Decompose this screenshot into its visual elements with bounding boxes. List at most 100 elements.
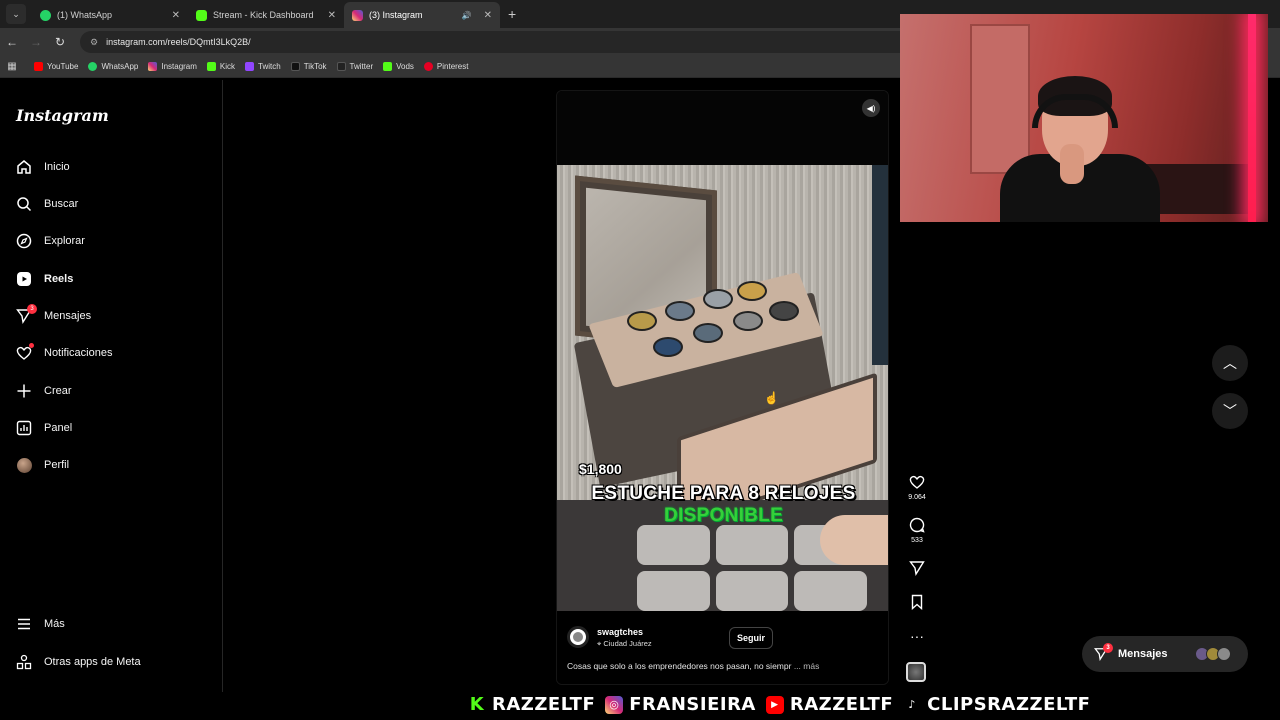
watch-image (627, 311, 657, 331)
sidebar-item-label: Panel (44, 422, 73, 434)
reload-icon[interactable]: ↻ (48, 35, 72, 49)
author-username[interactable]: swagtches (597, 627, 643, 637)
sidebar-item-perfil[interactable]: Perfil (16, 457, 69, 473)
close-icon[interactable]: ✕ (484, 10, 492, 21)
bookmark-label: Twitter (349, 62, 374, 71)
watch-image (737, 281, 767, 301)
sidebar-item-reels[interactable]: Reels (16, 271, 73, 287)
sidebar-item-otras-apps[interactable]: Otras apps de Meta (16, 654, 141, 670)
sidebar-item-crear[interactable]: Crear (16, 383, 72, 399)
instagram-logo[interactable]: Instagram (16, 106, 109, 125)
watch-image (733, 311, 763, 331)
author-location[interactable]: ⌖ Ciudad Juárez (597, 639, 652, 649)
url-text: instagram.com/reels/DQmtI3LkQ2B/ (106, 37, 251, 47)
more-options-button[interactable]: ··· (902, 628, 932, 644)
more-link[interactable]: ... más (794, 661, 820, 671)
heart-icon (16, 343, 34, 361)
sidebar-item-notificaciones[interactable]: Notificaciones (16, 343, 113, 361)
bookmark-label: Vods (396, 62, 414, 71)
chart-icon (16, 420, 32, 436)
hand-cursor-icon: ☝ (764, 391, 779, 405)
sidebar-item-explorar[interactable]: Explorar (16, 233, 85, 249)
webcam-door (970, 24, 1030, 174)
compass-icon (16, 233, 32, 249)
ticker-handle: RAZZELTF (789, 694, 894, 715)
reel-description: Cosas que solo a los emprendedores nos p… (567, 661, 819, 671)
reel-caption-status: DISPONIBLE (663, 505, 784, 526)
audio-playing-icon[interactable]: 🔊 (462, 11, 472, 20)
new-tab-button[interactable]: + (508, 6, 516, 22)
messages-pill[interactable]: 3 Mensajes (1082, 636, 1248, 672)
like-button[interactable]: 9.064 (902, 474, 932, 501)
reel-player[interactable]: ◀) $1,800 ESTUCHE PARA 8 RELOJES DISPONI… (556, 90, 889, 685)
volume-icon[interactable]: ◀) (862, 99, 880, 117)
location-text: Ciudad Juárez (603, 639, 652, 648)
plus-icon (16, 383, 32, 399)
sidebar-item-buscar[interactable]: Buscar (16, 196, 78, 212)
tab-search-button[interactable]: ⌄ (6, 4, 26, 24)
messages-pill-label: Mensajes (1118, 648, 1168, 660)
bookmark-twitter[interactable]: Twitter (336, 62, 374, 71)
next-reel-button[interactable]: ﹀ (1212, 393, 1248, 429)
previous-reel-button[interactable]: ︿ (1212, 345, 1248, 381)
home-icon (16, 159, 32, 175)
bookmark-twitch[interactable]: Twitch (245, 62, 281, 71)
close-icon[interactable]: ✕ (172, 10, 180, 21)
sidebar-item-label: Perfil (44, 459, 70, 471)
bookmark-tiktok[interactable]: TikTok (290, 62, 327, 71)
bookmark-pinterest[interactable]: Pinterest (423, 62, 468, 71)
bookmark-whatsapp[interactable]: WhatsApp (88, 62, 138, 71)
sidebar-item-mensajes[interactable]: 3 Mensajes (16, 304, 92, 324)
ticker-handle: CLIPSRAZZELTF (927, 694, 1091, 715)
site-info-icon[interactable]: ⚙ (90, 37, 98, 48)
bookmark-instagram[interactable]: Instagram (148, 62, 197, 71)
sidebar-item-panel[interactable]: Panel (16, 420, 72, 436)
sidebar-item-label: Mensajes (44, 310, 92, 322)
bookmark-youtube[interactable]: YouTube (34, 62, 78, 71)
back-icon[interactable]: ← (0, 35, 24, 49)
save-button[interactable] (902, 594, 932, 613)
instagram-sidebar: Instagram Inicio Buscar Explorar Reels 3… (0, 80, 223, 692)
notification-badge: 3 (1103, 643, 1113, 653)
comment-count: 533 (911, 537, 923, 544)
watch-image (769, 301, 799, 321)
apps-grid-icon[interactable]: ▦ (0, 61, 24, 72)
forward-icon[interactable]: → (24, 35, 48, 49)
tab-instagram[interactable]: (3) Instagram 🔊 ✕ (344, 2, 500, 28)
ticker-item: ◎ FRANSIEIRA (605, 694, 756, 715)
share-button[interactable] (902, 560, 932, 579)
follow-button[interactable]: Seguir (729, 627, 773, 649)
sidebar-item-mas[interactable]: Más (16, 616, 65, 632)
close-icon[interactable]: ✕ (328, 10, 336, 21)
sidebar-item-label: Notificaciones (44, 347, 113, 359)
tab-whatsapp[interactable]: (1) WhatsApp ✕ (32, 2, 188, 28)
bookmark-kick[interactable]: Kick (206, 62, 236, 71)
sidebar-item-label: Otras apps de Meta (44, 656, 141, 668)
tab-kick-dashboard[interactable]: Stream - Kick Dashboard ✕ (188, 2, 344, 28)
webcam-overlay (900, 14, 1268, 222)
like-count: 9.064 (908, 494, 926, 501)
sidebar-item-inicio[interactable]: Inicio (16, 159, 70, 175)
watch-image (693, 323, 723, 343)
youtube-icon: ▶ (765, 695, 784, 714)
send-icon (902, 560, 932, 579)
comment-button[interactable]: 533 (902, 517, 932, 544)
url-field[interactable]: ⚙ instagram.com/reels/DQmtI3LkQ2B/ (80, 31, 910, 53)
bookmark-vods[interactable]: Vods (383, 62, 414, 71)
audio-thumbnail[interactable] (906, 662, 926, 682)
instagram-icon: ◎ (605, 695, 624, 714)
chevron-up-icon: ︿ (1223, 355, 1237, 371)
sidebar-item-label: Crear (44, 385, 72, 397)
watch-image (703, 289, 733, 309)
bookmark-label: Twitch (258, 62, 281, 71)
reel-meta: swagtches ⌖ Ciudad Juárez Seguir Cosas q… (557, 611, 888, 684)
sidebar-item-label: Inicio (44, 161, 70, 173)
author-avatar[interactable] (567, 626, 589, 648)
bookmark-label: Instagram (161, 62, 197, 71)
stream-ticker: K RAZZELTF ◎ FRANSIEIRA ▶ RAZZELTF ♪ CLIPSRA… (468, 694, 1090, 715)
heart-icon (902, 474, 932, 493)
reel-price-label: $1,800 (579, 461, 622, 477)
reel-video[interactable]: $1,800 ESTUCHE PARA 8 RELOJES DISPONIBLE… (557, 165, 888, 611)
bookmark-label: Kick (219, 62, 236, 71)
recent-chat-avatars (1194, 647, 1231, 661)
